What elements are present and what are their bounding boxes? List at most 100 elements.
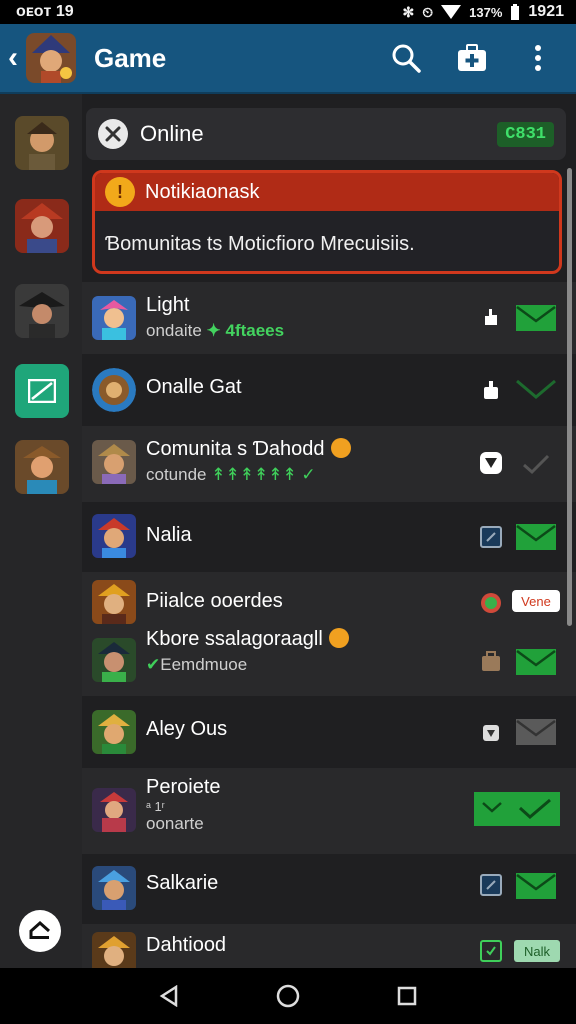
mail-button[interactable]	[516, 872, 556, 900]
avatar	[92, 296, 136, 340]
recents-square-icon	[397, 986, 416, 1006]
avatar	[92, 580, 136, 624]
face-emoji-icon	[328, 628, 349, 648]
list-item[interactable]: Light ondaite ✦ 4ftaees	[82, 282, 576, 354]
avatar	[92, 788, 136, 832]
check-icon	[523, 454, 550, 475]
notification-card[interactable]: ! Notikiaonask Ɓomunitas ts Moticfioro M…	[92, 170, 562, 274]
status-right: ✻ ⏲ 137% 1921	[402, 3, 564, 21]
app-title: Game	[94, 42, 167, 73]
confirm-button[interactable]	[474, 792, 560, 826]
list-item[interactable]: Aley Ous	[82, 696, 576, 768]
row-text: Nalia	[146, 524, 192, 547]
row-title: Light	[146, 294, 190, 316]
row-title: Piialce ooerdes	[146, 590, 283, 612]
bluetooth-icon: ✻	[402, 3, 415, 20]
shield-icon	[480, 452, 502, 474]
row-text: Peroiete ᵃ 1ʳ oonarte	[146, 776, 221, 834]
list-item[interactable]: Comunita s Ɗahodd cotunde ↟↟↟↟↟↟ ✓	[82, 426, 576, 502]
envelope-icon	[516, 524, 556, 550]
timer-icon	[480, 720, 502, 742]
color-orb-icon	[480, 592, 502, 614]
row-meta: ᵃ 1ʳ	[146, 799, 165, 814]
mail-button[interactable]	[516, 648, 556, 676]
status-badge: Nalk	[514, 940, 560, 962]
list-item[interactable]: Piialce ooerdes Vene	[82, 574, 576, 630]
avatar	[92, 440, 136, 484]
mail-button[interactable]	[516, 304, 556, 332]
row-text: Comunita s Ɗahodd cotunde ↟↟↟↟↟↟ ✓	[146, 438, 351, 485]
left-rail	[0, 94, 82, 968]
rail-avatar-2[interactable]	[15, 199, 69, 253]
compose-button[interactable]	[19, 910, 61, 952]
envelope-icon	[516, 649, 556, 675]
avatar	[92, 638, 136, 682]
game-avatar[interactable]	[26, 33, 76, 83]
row-text: Piialce ooerdes	[146, 590, 283, 613]
back-icon[interactable]: ‹	[8, 43, 28, 73]
checkbox[interactable]	[480, 874, 502, 896]
battery-icon	[511, 4, 520, 20]
face-emoji-icon	[330, 438, 351, 458]
main-list: Online C831 ! Notikiaonask Ɓomunitas ts …	[82, 94, 576, 976]
row-title: Salkarie	[146, 872, 219, 894]
row-text: Salkarie	[146, 872, 218, 895]
row-text: Aley Ous	[146, 718, 227, 741]
scrollbar[interactable]	[567, 168, 572, 626]
bag-icon	[480, 650, 502, 672]
lock-icon	[480, 378, 502, 400]
mail-button[interactable]	[516, 523, 556, 551]
mail-icon	[28, 379, 56, 403]
search-icon[interactable]	[390, 42, 422, 74]
row-highlight: ↟↟↟↟↟↟ ✓	[211, 465, 316, 484]
row-title: Comunita s Ɗahodd	[146, 438, 351, 461]
medkit-icon[interactable]	[456, 42, 488, 74]
row-subtitle: cotunde ↟↟↟↟↟↟ ✓	[146, 465, 316, 484]
avatar	[92, 514, 136, 558]
status-left-text: ᴏᴇᴏᴛ 19	[16, 3, 74, 20]
envelope-icon	[516, 873, 556, 899]
online-count-badge: C831	[497, 121, 554, 147]
row-text: Light ondaite ✦ 4ftaees	[146, 294, 284, 341]
row-text: Kbore ssalagoraagll ✔Eemdmuoe	[146, 628, 349, 675]
wifi-icon	[441, 5, 462, 19]
row-subtitle: ✔Eemdmuoe	[146, 655, 248, 674]
list-item[interactable]: Dahtiood Nalk	[82, 924, 576, 976]
check-button[interactable]	[516, 450, 556, 478]
rail-avatar-1[interactable]	[15, 116, 69, 170]
notification-body: Ɓomunitas ts Moticfioro Mrecuisiis.	[105, 233, 415, 255]
warning-icon: !	[105, 177, 135, 207]
row-title: Onalle Gat	[146, 376, 242, 398]
checkbox[interactable]	[480, 940, 502, 962]
row-subtitle: oonarte	[146, 814, 204, 833]
list-item[interactable]: Kbore ssalagoraagll ✔Eemdmuoe	[82, 628, 576, 696]
row-subtitle: ondaite ✦ 4ftaees	[146, 321, 285, 340]
envelope-icon	[516, 379, 556, 399]
row-title: Aley Ous	[146, 718, 228, 740]
checkbox[interactable]	[480, 526, 502, 548]
close-icon[interactable]	[98, 119, 128, 149]
online-card[interactable]: Online C831	[86, 108, 566, 160]
nav-recents-button[interactable]	[387, 976, 427, 1016]
mail-button[interactable]	[516, 718, 556, 746]
list-item[interactable]: Salkarie	[82, 854, 576, 924]
list-item[interactable]: Onalle Gat	[82, 354, 576, 426]
rail-avatar-4[interactable]	[15, 440, 69, 494]
nav-back-button[interactable]	[149, 976, 189, 1016]
row-text: Onalle Gat	[146, 376, 242, 399]
list-item[interactable]: Nalia	[82, 502, 576, 572]
avatar	[92, 710, 136, 754]
hand-icon	[480, 306, 502, 328]
back-triangle-icon	[160, 985, 178, 1007]
home-circle-icon	[276, 984, 300, 1008]
notification-title: Notikiaonask	[145, 180, 260, 203]
rail-avatar-3[interactable]	[15, 284, 69, 338]
list-item[interactable]: Peroiete ᵃ 1ʳ oonarte	[82, 768, 576, 854]
more-icon[interactable]	[522, 42, 554, 74]
rail-mail-app[interactable]	[15, 364, 69, 418]
avatar	[92, 866, 136, 910]
check-icon	[518, 798, 551, 819]
nav-home-button[interactable]	[268, 976, 308, 1016]
check-icon: ✔	[146, 655, 161, 674]
mail-button[interactable]	[516, 376, 556, 404]
